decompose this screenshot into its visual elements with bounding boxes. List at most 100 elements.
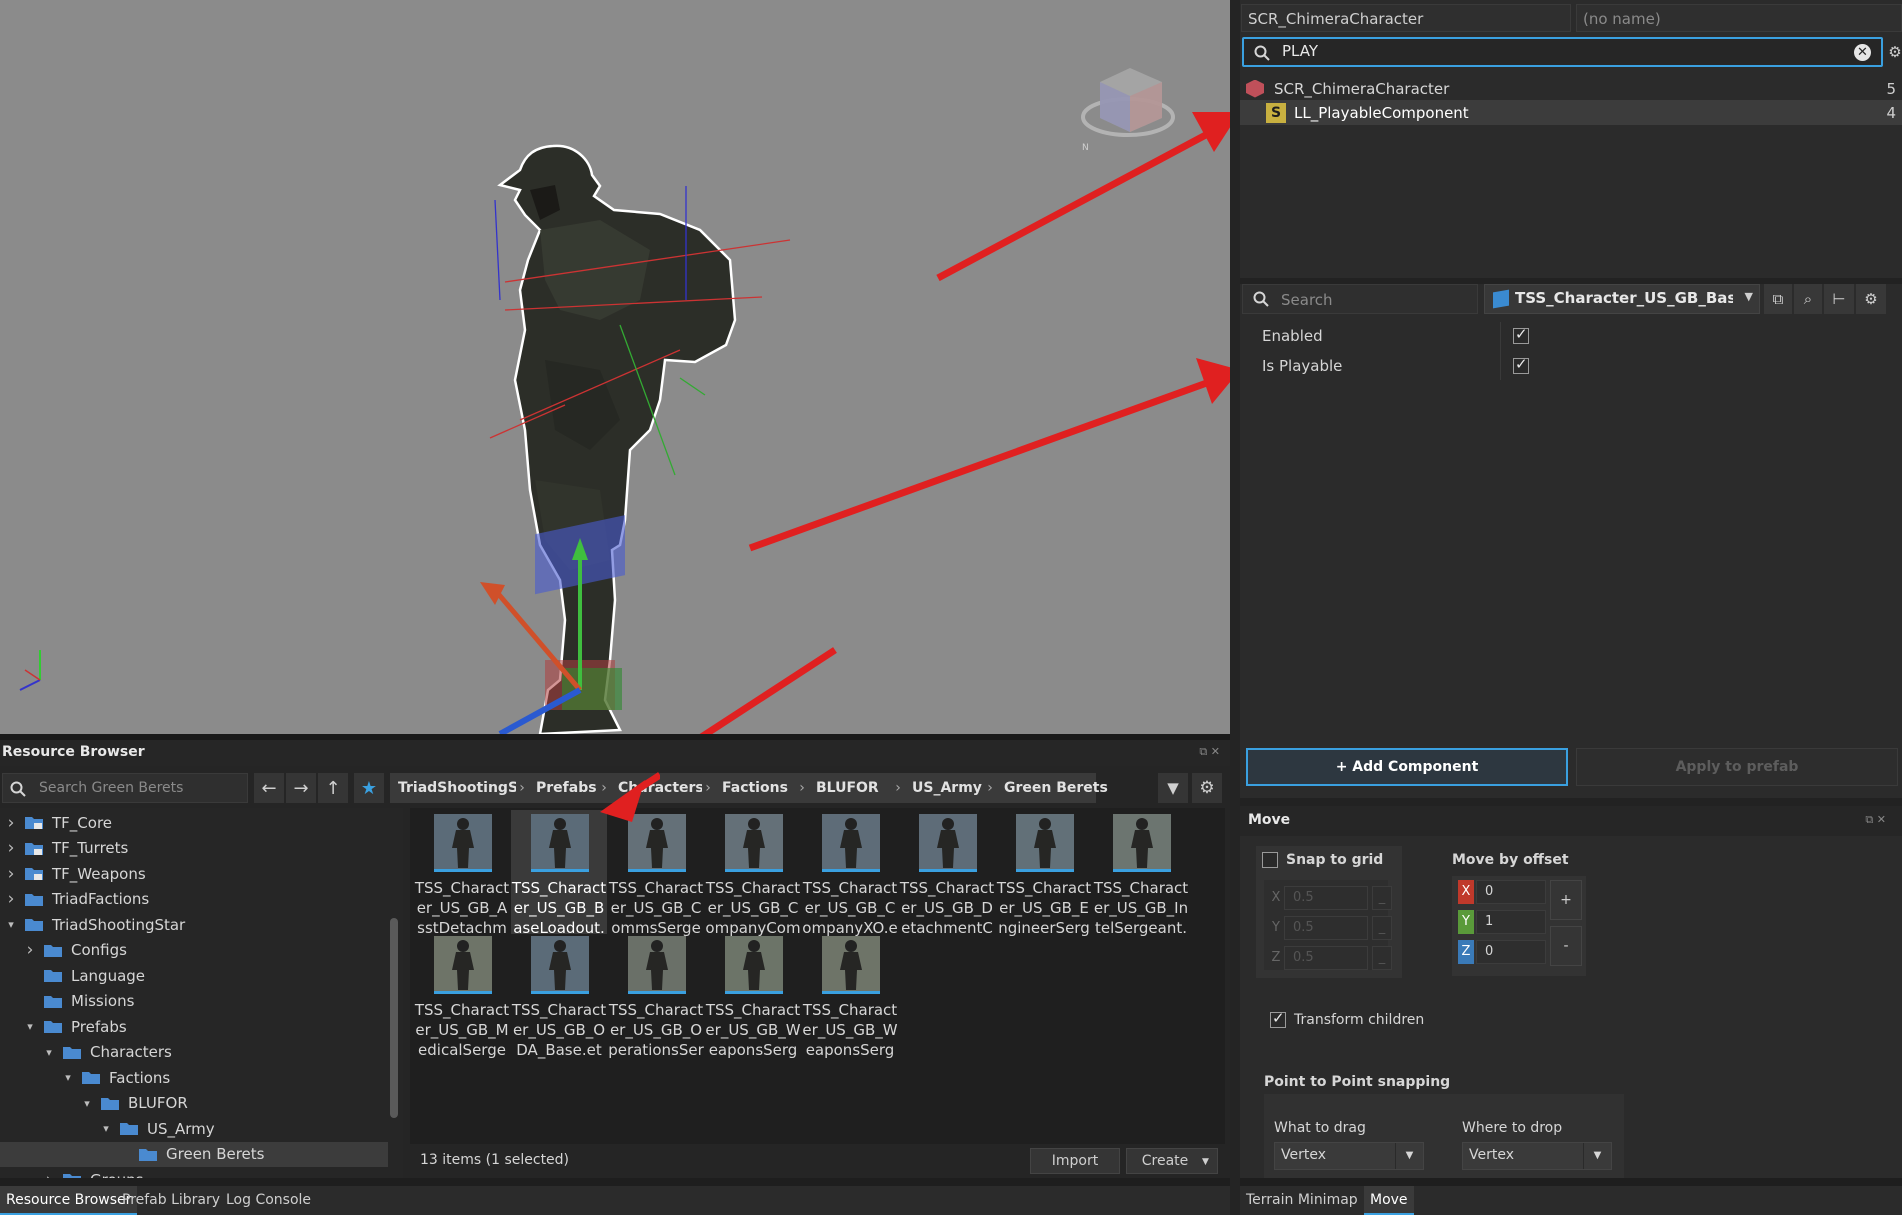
gear-icon[interactable]: ⚙	[1888, 38, 1902, 66]
breadcrumb-item[interactable]: BLUFOR	[808, 773, 892, 803]
tree-folder-label: TriadShootingStar	[52, 915, 186, 934]
tree-folder-item[interactable]: › Groups	[0, 1167, 388, 1178]
tab-prefab-library[interactable]: Prefab Library	[116, 1186, 226, 1215]
tab-terrain-minimap[interactable]: Terrain Minimap	[1240, 1186, 1364, 1215]
chevron-right-icon[interactable]: ›	[4, 813, 18, 833]
snap-x-step[interactable]: _	[1372, 886, 1392, 910]
back-arrow-icon[interactable]: ←	[254, 773, 284, 803]
tree-folder-item[interactable]: ▾ Characters	[0, 1040, 388, 1065]
tree-folder-item[interactable]: ▾ Factions	[0, 1065, 388, 1090]
gear-icon[interactable]: ⚙	[1192, 773, 1222, 803]
chevron-right-icon[interactable]: ›	[23, 940, 37, 960]
entity-name-field[interactable]: (no name)	[1576, 4, 1902, 32]
clear-search-icon[interactable]: ✕	[1854, 44, 1871, 61]
chevron-down-icon[interactable]: ▾	[23, 1020, 37, 1033]
chevron-right-icon[interactable]: ›	[4, 864, 18, 884]
offset-x-input[interactable]: 0	[1476, 880, 1546, 904]
chevron-down-icon[interactable]: ▾	[80, 1097, 94, 1110]
search-icon	[1254, 45, 1270, 61]
panel-splitter[interactable]	[1230, 0, 1240, 1215]
component-result-row-selected[interactable]: S LL_PlayableComponent 4	[1240, 100, 1902, 125]
chevron-down-icon[interactable]: ▾	[61, 1071, 75, 1084]
resource-item[interactable]: TSS_Character_US_GB_MedicalSergea	[414, 932, 510, 1059]
resource-item[interactable]: TSS_Character_US_GB_CompanyXO.e	[802, 810, 898, 937]
tree-folder-item[interactable]: Missions	[0, 989, 388, 1014]
undock-icon[interactable]: ⧉ ✕	[1865, 813, 1886, 827]
star-icon[interactable]: ★	[354, 773, 384, 803]
snap-y-input[interactable]: 0.5	[1284, 916, 1368, 940]
breadcrumb-item[interactable]: Green Berets	[996, 773, 1108, 803]
gear-icon[interactable]: ⚙	[1856, 284, 1886, 314]
chevron-right-icon[interactable]: ›	[4, 889, 18, 909]
tree-folder-item[interactable]: › TF_Weapons	[0, 861, 388, 886]
hierarchy-icon[interactable]: ⊢	[1824, 284, 1854, 314]
resource-item[interactable]: TSS_Character_US_GB_DetachmentC	[899, 810, 995, 937]
tree-scrollbar[interactable]	[390, 918, 398, 1118]
component-result-row[interactable]: SCR_ChimeraCharacter 5	[1240, 76, 1902, 101]
resource-item[interactable]: TSS_Character_US_GB_ODA_Base.et	[511, 932, 607, 1059]
search-icon[interactable]: ⌕	[1794, 284, 1822, 314]
breadcrumb-item[interactable]: TriadShootingStar	[390, 773, 541, 803]
tree-folder-item[interactable]: ▾ TriadShootingStar	[0, 912, 388, 937]
forward-arrow-icon[interactable]: →	[286, 773, 316, 803]
tree-folder-item[interactable]: › TF_Core	[0, 810, 388, 835]
resource-search-input[interactable]: Search Green Berets	[2, 773, 248, 803]
tree-folder-item[interactable]: › TF_Turrets	[0, 836, 388, 861]
add-component-button[interactable]: + Add Component	[1246, 748, 1568, 786]
soldier-model[interactable]	[497, 144, 737, 734]
snap-z-step[interactable]: _	[1372, 946, 1392, 970]
resource-item-name: TSS_Character_US_GB_WeaponsSerg	[802, 1001, 898, 1059]
chevron-down-icon[interactable]: ▾	[99, 1122, 113, 1135]
apply-to-prefab-button[interactable]: Apply to prefab	[1576, 748, 1898, 786]
resource-item[interactable]: TSS_Character_US_GB_EngineerSerge	[996, 810, 1092, 937]
component-search-input[interactable]: PLAY ✕	[1242, 37, 1883, 67]
tree-folder-item[interactable]: › TriadFactions	[0, 887, 388, 912]
filter-icon[interactable]: ▼	[1158, 773, 1188, 803]
resource-item[interactable]: TSS_Character_US_GB_AsstDetachme	[414, 810, 510, 937]
tree-folder-label: Prefabs	[71, 1017, 127, 1036]
chevron-down-icon[interactable]: ▾	[42, 1046, 56, 1059]
import-button[interactable]: Import	[1030, 1148, 1120, 1174]
what-to-drag-select[interactable]: Vertex ▼	[1274, 1142, 1424, 1170]
tree-folder-item[interactable]: Language	[0, 963, 388, 988]
chevron-right-icon[interactable]: ›	[4, 838, 18, 858]
prefab-selector[interactable]: TSS_Character_US_GB_BaseLo ▼	[1484, 284, 1760, 314]
snap-x-input[interactable]: 0.5	[1284, 886, 1368, 910]
property-search-input[interactable]: Search	[1242, 284, 1478, 314]
undock-icon[interactable]: ⧉ ✕	[1199, 745, 1220, 759]
prefab-cube-icon	[1493, 289, 1509, 309]
tab-log-console[interactable]: Log Console	[220, 1186, 317, 1215]
chevron-right-icon[interactable]: ›	[42, 1170, 56, 1179]
is-playable-checkbox[interactable]	[1513, 355, 1529, 374]
tree-folder-item[interactable]: › Configs	[0, 938, 388, 963]
up-arrow-icon[interactable]: ↑	[318, 773, 348, 803]
breadcrumb-item[interactable]: US_Army	[904, 773, 984, 803]
resource-item[interactable]: TSS_Character_US_GB_WeaponsSerg	[802, 932, 898, 1059]
offset-plus-button[interactable]: +	[1550, 880, 1582, 920]
resource-item[interactable]: TSS_Character_US_GB_IntelSergeant.	[1093, 810, 1189, 937]
offset-z-input[interactable]: 0	[1476, 940, 1546, 964]
snap-y-step[interactable]: _	[1372, 916, 1392, 940]
tree-folder-item[interactable]: Green Berets	[0, 1141, 388, 1167]
snap-to-grid-checkbox[interactable]	[1262, 852, 1278, 868]
enabled-checkbox[interactable]	[1513, 325, 1529, 344]
resource-item[interactable]: TSS_Character_US_GB_CompanyCom	[705, 810, 801, 937]
entity-class-field[interactable]: SCR_ChimeraCharacter	[1241, 4, 1571, 32]
tab-move[interactable]: Move	[1364, 1186, 1414, 1215]
tree-folder-item[interactable]: ▾ Prefabs	[0, 1014, 388, 1039]
offset-minus-button[interactable]: -	[1550, 926, 1582, 966]
scene-viewport[interactable]: N	[0, 0, 1230, 734]
tree-folder-item[interactable]: ▾ US_Army	[0, 1116, 388, 1141]
tree-folder-label: TF_Core	[52, 813, 113, 832]
breadcrumb-item[interactable]: Factions	[714, 773, 796, 803]
snap-z-input[interactable]: 0.5	[1284, 946, 1368, 970]
orientation-cube-icon[interactable]: N	[1081, 68, 1175, 153]
open-external-icon[interactable]: ⧉	[1764, 284, 1792, 314]
offset-y-input[interactable]: 1	[1476, 910, 1546, 934]
where-to-drop-select[interactable]: Vertex ▼	[1462, 1142, 1612, 1170]
chevron-down-icon[interactable]: ▾	[4, 918, 18, 931]
tree-folder-item[interactable]: ▾ BLUFOR	[0, 1091, 388, 1116]
resource-item[interactable]: TSS_Character_US_GB_WeaponsSerg	[705, 932, 801, 1059]
resource-item[interactable]: TSS_Character_US_GB_OperationsSer	[608, 932, 704, 1059]
transform-children-checkbox[interactable]	[1270, 1009, 1286, 1028]
